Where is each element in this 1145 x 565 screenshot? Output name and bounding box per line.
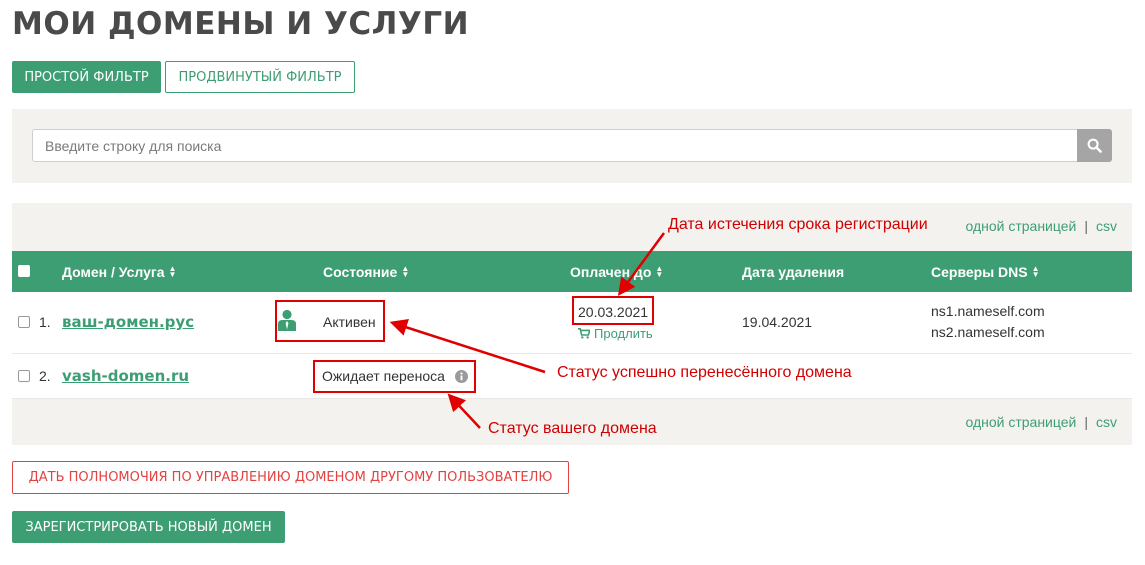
sort-icon: ▲ ▼ bbox=[1031, 263, 1040, 279]
row-number: 1. bbox=[39, 314, 51, 330]
table-links-bottom: одной страницей | csv bbox=[965, 414, 1117, 430]
domain-link[interactable]: vash-domen.ru bbox=[62, 367, 189, 385]
table-links-top: одной страницей | csv bbox=[965, 218, 1117, 234]
csv-link[interactable]: csv bbox=[1096, 218, 1117, 234]
column-paid-until[interactable]: Оплачен до ▲ ▼ bbox=[570, 251, 663, 292]
column-domain[interactable]: Домен / Услуга ▲ ▼ bbox=[62, 251, 176, 292]
select-all-checkbox[interactable] bbox=[18, 265, 30, 277]
delete-date: 19.04.2021 bbox=[742, 314, 813, 330]
one-page-link[interactable]: одной страницей bbox=[965, 218, 1076, 234]
search-input[interactable] bbox=[32, 129, 1077, 162]
dns-server: ns2.nameself.com bbox=[931, 324, 1045, 340]
row-checkbox[interactable] bbox=[18, 316, 30, 328]
search-panel bbox=[12, 109, 1132, 183]
dns-server: ns1.nameself.com bbox=[931, 303, 1045, 319]
advanced-filter-button[interactable]: ПРОДВИНУТЫЙ ФИЛЬТР bbox=[165, 61, 355, 93]
expiry-date-highlight bbox=[572, 296, 654, 325]
row-number: 2. bbox=[39, 368, 51, 384]
annotation-yours: Статус вашего домена bbox=[488, 420, 657, 437]
sort-icon: ▲ ▼ bbox=[168, 263, 177, 279]
one-page-link[interactable]: одной страницей bbox=[965, 414, 1076, 430]
domain-link[interactable]: ваш-домен.рус bbox=[62, 313, 194, 331]
annotation-expiry: Дата истечения срока регистрации bbox=[668, 216, 928, 233]
column-dns[interactable]: Серверы DNS ▲ ▼ bbox=[931, 251, 1040, 292]
search-button[interactable] bbox=[1077, 129, 1112, 162]
row-checkbox[interactable] bbox=[18, 370, 30, 382]
cart-icon bbox=[578, 328, 590, 339]
sort-icon: ▲ ▼ bbox=[401, 263, 410, 279]
annotation-transferred: Статус успешно перенесённого домена bbox=[557, 364, 852, 381]
sort-icon: ▲ ▼ bbox=[655, 263, 664, 279]
simple-filter-button[interactable]: ПРОСТОЙ ФИЛЬТР bbox=[12, 61, 161, 93]
delegate-domain-button[interactable]: ДАТЬ ПОЛНОМОЧИЯ ПО УПРАВЛЕНИЮ ДОМЕНОМ ДР… bbox=[12, 461, 569, 494]
csv-link[interactable]: csv bbox=[1096, 414, 1117, 430]
column-status[interactable]: Состояние ▲ ▼ bbox=[323, 251, 409, 292]
page-title: МОИ ДОМЕНЫ И УСЛУГИ bbox=[12, 6, 470, 42]
active-status-highlight bbox=[275, 300, 385, 342]
register-domain-button[interactable]: ЗАРЕГИСТРИРОВАТЬ НОВЫЙ ДОМЕН bbox=[12, 511, 285, 543]
table-header: Домен / Услуга ▲ ▼ Состояние ▲ ▼ Оплачен до ▲… bbox=[12, 251, 1132, 292]
pending-status-highlight bbox=[313, 360, 476, 393]
column-delete-date: Дата удаления bbox=[742, 263, 845, 280]
renew-link[interactable]: Продлить bbox=[578, 326, 653, 341]
search-icon bbox=[1087, 138, 1102, 153]
